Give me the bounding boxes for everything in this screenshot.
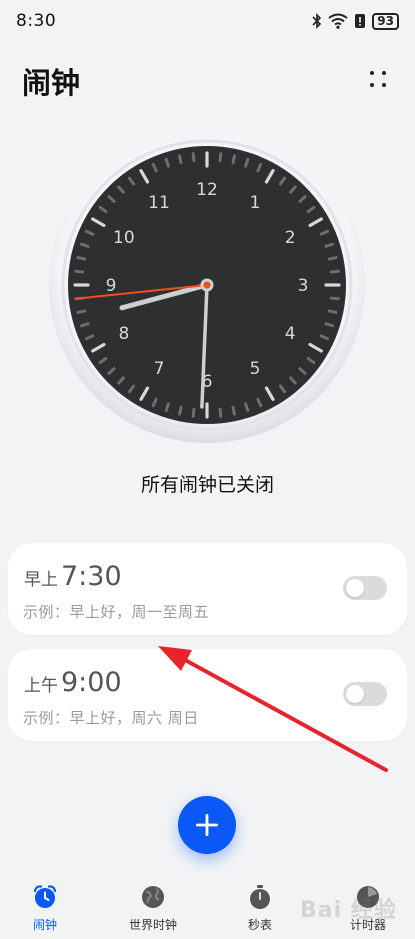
alarm-card[interactable]: 早上 7:30 示例：早上好，周一至周五 (8, 543, 407, 635)
clock-face: 121234567891011 (49, 127, 365, 443)
alarm-time-line: 早上 7:30 (24, 561, 122, 592)
tab-alarm[interactable]: 闹钟 (0, 884, 90, 933)
tab-world-clock[interactable]: 世界时钟 (108, 884, 198, 933)
minute-tick (244, 402, 250, 413)
battery-indicator: 93 (372, 12, 399, 30)
alarm-period: 上午 (24, 676, 58, 696)
clock-number: 10 (113, 228, 135, 248)
minute-tick (327, 309, 338, 314)
minute-tick (191, 152, 196, 163)
minute-tick (178, 405, 183, 416)
clock-number: 9 (106, 276, 117, 296)
wifi-icon (328, 13, 348, 29)
alarm-time-line: 上午 9:00 (24, 667, 122, 698)
alarm-time: 7:30 (61, 561, 122, 592)
alert-icon (355, 14, 366, 28)
clock-number: 3 (298, 276, 309, 296)
more-options-button[interactable] (363, 64, 393, 94)
minute-tick (218, 407, 223, 418)
clock-number: 2 (285, 228, 296, 248)
minute-tick (79, 242, 90, 248)
toggle-knob (346, 685, 364, 703)
alarm-note: 示例：早上好，周六 周日 (23, 709, 199, 727)
minute-tick (324, 322, 335, 328)
more-dots-icon (370, 71, 386, 87)
clock-number: 11 (148, 193, 170, 213)
alarm-toggle[interactable] (343, 576, 387, 600)
status-time: 8:30 (16, 11, 57, 31)
alarm-card[interactable]: 上午 9:00 示例：早上好，周六 周日 (8, 649, 407, 741)
minute-tick (324, 242, 335, 248)
toggle-knob (346, 579, 364, 597)
status-bar: 8:30 93 (0, 0, 415, 44)
clock-number: 1 (250, 193, 261, 213)
clock-number: 8 (118, 324, 129, 344)
minute-tick (231, 405, 236, 416)
hand-pivot-center (203, 281, 211, 289)
clock-number: 12 (196, 180, 218, 200)
alarm-toggle[interactable] (343, 682, 387, 706)
minute-tick (76, 256, 87, 261)
minute-tick (164, 402, 170, 413)
globe-icon (142, 886, 164, 908)
alarms-status-text: 所有闹钟已关闭 (140, 474, 274, 496)
minute-tick (79, 322, 90, 328)
stopwatch-icon (250, 885, 270, 909)
add-alarm-button[interactable] (178, 796, 236, 854)
analog-clock: 12 1 2 3 4 5 6 7 8 9 10 11 (48, 126, 366, 444)
minute-tick (231, 154, 236, 165)
bluetooth-icon (312, 13, 322, 29)
minute-tick (76, 309, 87, 314)
alarm-note: 示例：早上好，周一至周五 (23, 603, 210, 621)
clock-number: 4 (285, 324, 296, 344)
tab-label: 世界时钟 (128, 918, 177, 932)
tab-label: 闹钟 (32, 918, 57, 932)
clock-number: 7 (154, 359, 165, 379)
minute-tick (164, 157, 170, 168)
alarm-period: 早上 (24, 570, 58, 590)
minute-tick (329, 296, 340, 301)
minute-tick (74, 269, 85, 274)
watermark: Bai 经验 (300, 898, 397, 923)
minute-tick (329, 269, 340, 274)
minute-tick (244, 157, 250, 168)
clock-number: 5 (250, 359, 261, 379)
status-icons: 93 (312, 10, 399, 32)
alarm-time: 9:00 (61, 667, 122, 698)
minute-tick (327, 256, 338, 261)
tab-stopwatch[interactable]: 秒表 (215, 884, 305, 933)
alarm-clock-icon (33, 885, 57, 908)
minute-tick (218, 152, 223, 163)
minute-tick (178, 154, 183, 165)
plus-icon (196, 814, 218, 836)
page-title: 闹钟 (22, 66, 81, 100)
minute-tick (191, 407, 196, 418)
tab-label: 秒表 (247, 918, 272, 932)
